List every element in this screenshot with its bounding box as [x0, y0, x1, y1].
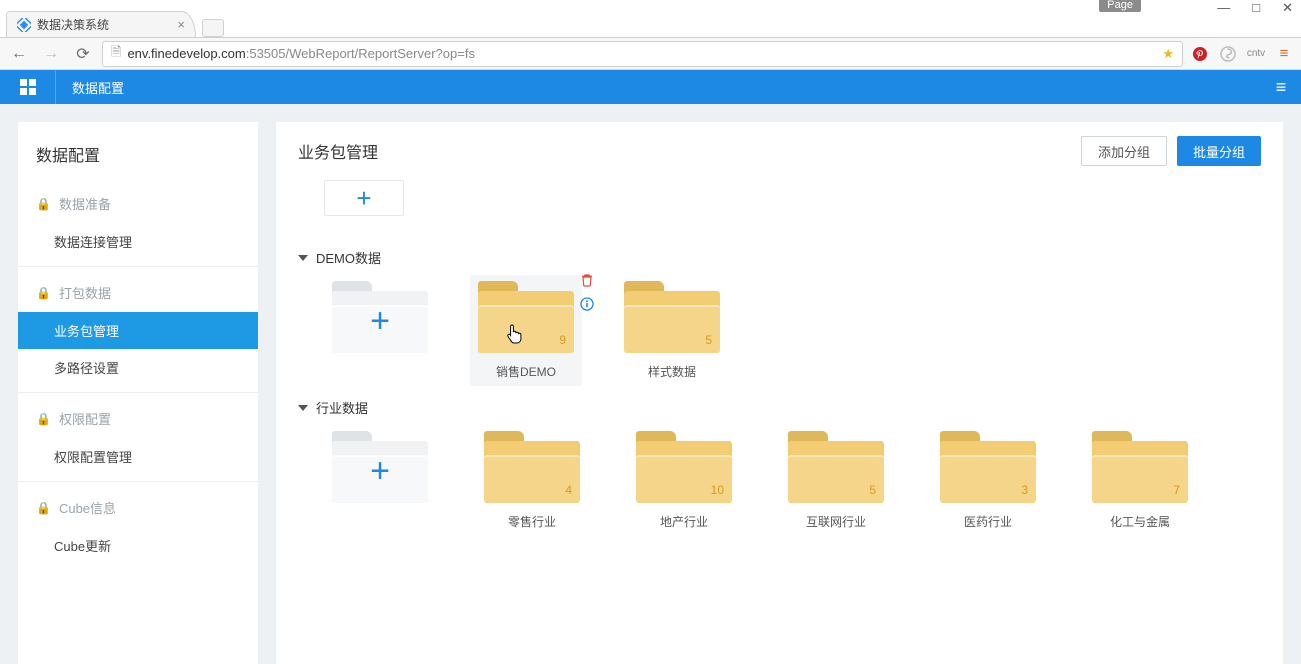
- extension-cntv-icon[interactable]: cntv: [1245, 43, 1267, 65]
- window-minimize-icon[interactable]: —: [1217, 0, 1230, 16]
- browser-tabstrip: 数据决策系统 ×: [0, 10, 1301, 38]
- nav-reload-button[interactable]: ⟳: [70, 41, 96, 67]
- browser-menu-icon[interactable]: ≡: [1273, 43, 1295, 65]
- group-header-demo[interactable]: DEMO数据: [298, 248, 1261, 267]
- plus-icon: +: [332, 439, 428, 503]
- new-tab-button[interactable]: [202, 19, 224, 37]
- sidebar-section-label: 权限配置: [59, 409, 111, 428]
- app-logo-icon[interactable]: [0, 70, 56, 104]
- package-card-sales-demo[interactable]: 9 销售DEMO: [470, 275, 582, 386]
- package-group: DEMO数据 +: [298, 248, 1261, 380]
- group-name: DEMO数据: [316, 248, 381, 267]
- lock-icon: 🔒: [36, 286, 51, 300]
- sidebar-section-cube: 🔒 Cube信息: [18, 488, 258, 527]
- add-package-top-button[interactable]: +: [324, 180, 404, 216]
- package-label: 互联网行业: [806, 513, 866, 530]
- package-label: 化工与金属: [1110, 513, 1170, 530]
- sidebar-item-data-connection[interactable]: 数据连接管理: [18, 223, 258, 260]
- package-card-chemical-metal[interactable]: 7 化工与金属: [1084, 431, 1196, 530]
- sidebar-section-label: 数据准备: [59, 194, 111, 213]
- package-label: 医药行业: [964, 513, 1012, 530]
- package-count: 7: [1173, 483, 1180, 497]
- sidebar: 数据配置 🔒 数据准备 数据连接管理 🔒 打包数据 业务包管理 多路径设置 🔒 …: [18, 122, 258, 664]
- caret-down-icon: [298, 405, 308, 411]
- package-group: 行业数据 + 4 零售行业: [298, 398, 1261, 530]
- breadcrumb: 数据配置: [56, 78, 140, 97]
- app-menu-icon[interactable]: ≡: [1261, 77, 1301, 98]
- package-card-style-data[interactable]: 5 样式数据: [616, 281, 728, 380]
- package-card-real-estate[interactable]: 10 地产行业: [628, 431, 740, 530]
- package-count: 9: [559, 333, 566, 347]
- extension-swirl-icon[interactable]: [1217, 43, 1239, 65]
- package-card-internet[interactable]: 5 互联网行业: [780, 431, 892, 530]
- add-package-card[interactable]: +: [324, 281, 436, 380]
- sidebar-item-permission-manage[interactable]: 权限配置管理: [18, 438, 258, 475]
- sidebar-section-data-prepare: 🔒 数据准备: [18, 184, 258, 223]
- main-panel: 业务包管理 添加分组 批量分组 + DEMO数据: [276, 122, 1283, 664]
- package-count: 4: [565, 483, 572, 497]
- caret-down-icon: [298, 255, 308, 261]
- tab-close-icon[interactable]: ×: [177, 17, 185, 32]
- package-card-pharma[interactable]: 3 医药行业: [932, 431, 1044, 530]
- package-label: 销售DEMO: [496, 363, 556, 380]
- group-name: 行业数据: [316, 398, 368, 417]
- favicon-icon: [17, 18, 31, 32]
- window-close-icon[interactable]: ✕: [1282, 0, 1293, 16]
- page-title: 业务包管理: [298, 139, 378, 163]
- extension-pinterest-icon[interactable]: [1189, 43, 1211, 65]
- package-card-retail[interactable]: 4 零售行业: [476, 431, 588, 530]
- lock-icon: 🔒: [36, 501, 51, 515]
- window-maximize-icon[interactable]: □: [1252, 0, 1260, 16]
- nav-back-button[interactable]: ←: [6, 41, 32, 67]
- sidebar-section-package: 🔒 打包数据: [18, 273, 258, 312]
- sidebar-section-label: Cube信息: [59, 498, 116, 517]
- package-label: 零售行业: [508, 513, 556, 530]
- add-group-button[interactable]: 添加分组: [1081, 136, 1167, 166]
- sidebar-title: 数据配置: [18, 136, 258, 184]
- browser-toolbar: ← → ⟳ 🗎 env.finedevelop.com:53505/WebRep…: [0, 38, 1301, 70]
- package-label: 地产行业: [660, 513, 708, 530]
- app-header: 数据配置 ≡: [0, 70, 1301, 104]
- nav-forward-button[interactable]: →: [38, 41, 64, 67]
- group-header-industry[interactable]: 行业数据: [298, 398, 1261, 417]
- add-package-card[interactable]: +: [324, 431, 436, 530]
- package-count: 5: [705, 333, 712, 347]
- url-path: /WebReport/ReportServer?op=fs: [286, 46, 475, 61]
- package-label: 样式数据: [648, 363, 696, 380]
- browser-tab[interactable]: 数据决策系统 ×: [6, 11, 196, 37]
- scrollbar[interactable]: [1273, 182, 1281, 654]
- plus-icon: +: [332, 289, 428, 353]
- plus-icon: +: [356, 183, 371, 214]
- sidebar-item-package-manage[interactable]: 业务包管理: [18, 312, 258, 349]
- browser-tab-title: 数据决策系统: [37, 16, 109, 33]
- package-count: 3: [1021, 483, 1028, 497]
- url-host: env.finedevelop.com: [127, 46, 245, 61]
- delete-icon[interactable]: [578, 271, 596, 289]
- page-indicator: Page: [1099, 0, 1141, 12]
- batch-group-button[interactable]: 批量分组: [1177, 136, 1261, 166]
- lock-icon: 🔒: [36, 412, 51, 426]
- package-count: 10: [711, 483, 724, 497]
- package-count: 5: [869, 483, 876, 497]
- sidebar-item-cube-update[interactable]: Cube更新: [18, 527, 258, 564]
- address-bar[interactable]: 🗎 env.finedevelop.com:53505/WebReport/Re…: [102, 41, 1183, 67]
- page-icon: 🗎: [111, 43, 121, 65]
- sidebar-item-multipath[interactable]: 多路径设置: [18, 349, 258, 386]
- sidebar-section-permission: 🔒 权限配置: [18, 399, 258, 438]
- bookmark-star-icon[interactable]: ★: [1162, 46, 1174, 62]
- url-port: :53505: [246, 46, 286, 61]
- info-icon[interactable]: [578, 295, 596, 313]
- sidebar-section-label: 打包数据: [59, 283, 111, 302]
- lock-icon: 🔒: [36, 197, 51, 211]
